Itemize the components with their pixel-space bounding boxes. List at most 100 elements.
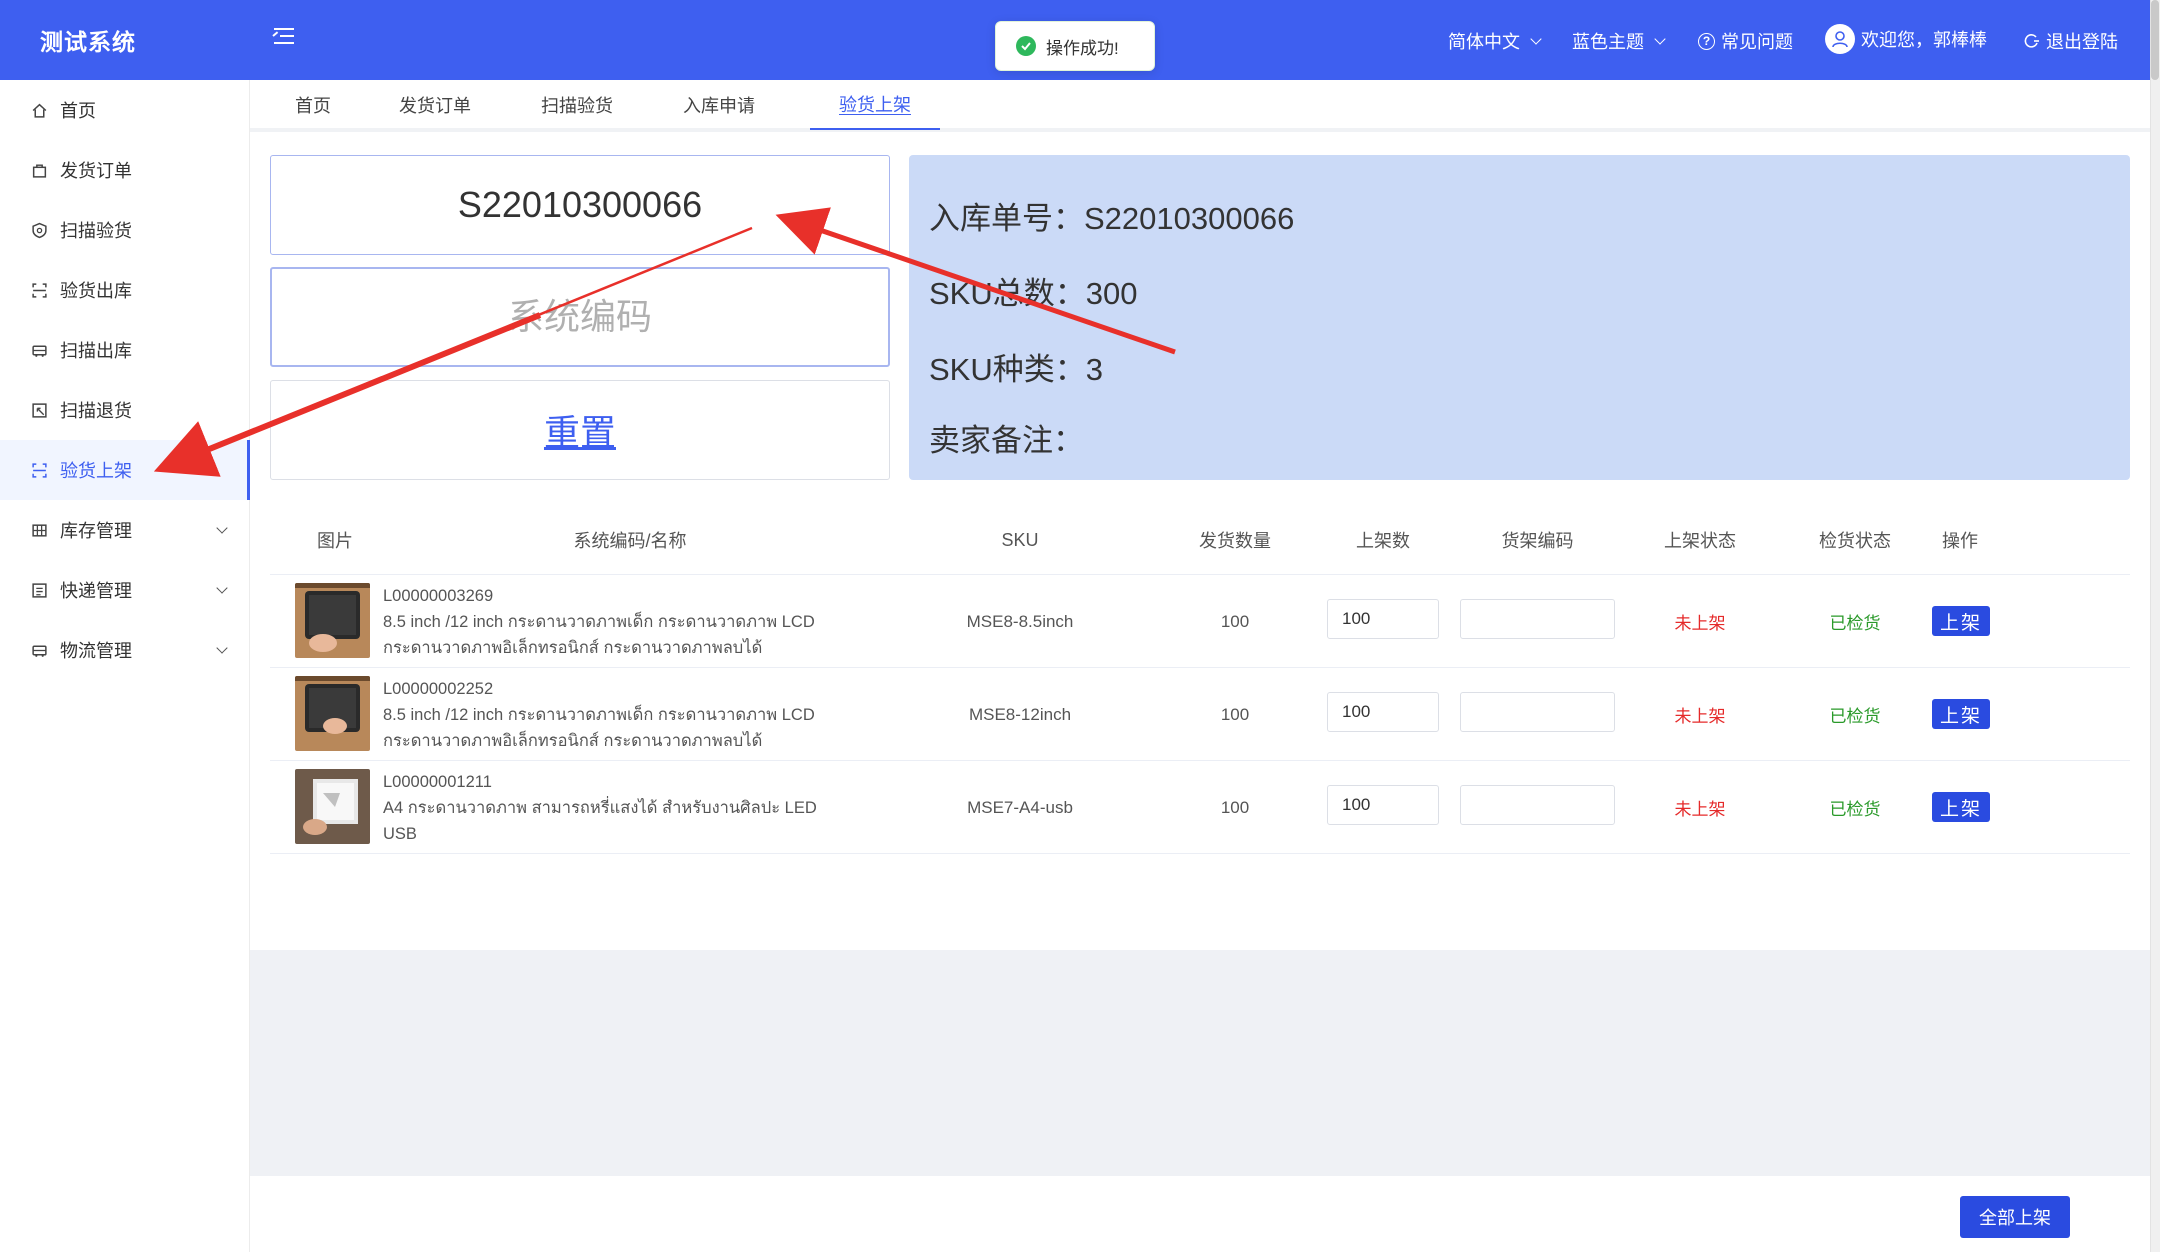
col-code-name: 系统编码/名称 <box>573 531 687 551</box>
chevron-down-icon <box>216 582 228 594</box>
scan-icon <box>30 281 48 299</box>
sidebar-item-logistics[interactable]: 物流管理 <box>0 620 250 680</box>
sidebar-item-label: 快递管理 <box>60 581 132 601</box>
sidebar-item-inventory[interactable]: 库存管理 <box>0 500 250 560</box>
col-action: 操作 <box>1942 531 1978 551</box>
product-code: L00000001211 <box>383 773 492 791</box>
sidebar-item-label: 发货订单 <box>60 161 132 181</box>
user-menu[interactable]: 欢迎您，郭棒棒 <box>1825 24 1987 54</box>
sidebar-item-label: 验货出库 <box>60 281 132 301</box>
tab-bar: 首页 发货订单 扫描验货 入库申请 验货上架 <box>250 80 2150 132</box>
shelf-qty-input[interactable] <box>1327 599 1439 639</box>
sidebar-item-label: 首页 <box>60 101 96 121</box>
scan-icon <box>30 461 48 479</box>
system-code-field[interactable] <box>270 267 890 367</box>
ship-qty-cell: 100 <box>1220 704 1250 724</box>
check-status-badge: 已检货 <box>1829 800 1881 819</box>
truck-icon <box>30 341 48 359</box>
footer-bar <box>250 1176 2150 1252</box>
system-code-input[interactable] <box>272 269 888 365</box>
sidebar-item-label: 验货上架 <box>60 461 132 481</box>
product-name: USB <box>383 825 417 843</box>
reset-button[interactable]: 重置 <box>270 380 890 480</box>
shelf-status-badge: 未上架 <box>1674 800 1726 819</box>
chevron-down-icon <box>216 522 228 534</box>
sidebar-item-inspect-shelve[interactable]: 验货上架 <box>0 440 250 500</box>
sidebar-item-scan-out[interactable]: 扫描出库 <box>0 320 250 380</box>
shelve-button[interactable]: 上架 <box>1932 606 1990 636</box>
grid-icon <box>30 521 48 539</box>
language-select[interactable]: 简体中文 <box>1448 28 1542 54</box>
sidebar-item-express[interactable]: 快递管理 <box>0 560 250 620</box>
toast-message: 操作成功! <box>1046 38 1119 58</box>
shelve-all-button[interactable]: 全部上架 <box>1960 1196 2070 1238</box>
tab-orders[interactable]: 发货订单 <box>380 80 490 130</box>
check-circle-icon <box>1016 36 1036 56</box>
sku-kinds-text: SKU种类：3 <box>929 352 1103 387</box>
sidebar-item-orders[interactable]: 发货订单 <box>0 140 250 200</box>
theme-select[interactable]: 蓝色主题 <box>1572 28 1666 54</box>
tab-inbound-request[interactable]: 入库申请 <box>664 80 774 130</box>
product-name: A4 กระดานวาดภาพ สามารถหรี่แสงได้ สำหรับง… <box>383 799 817 817</box>
shelve-button[interactable]: 上架 <box>1932 792 1990 822</box>
scrollbar-thumb[interactable] <box>2151 0 2159 80</box>
app-title: 测试系统 <box>40 29 136 55</box>
sidebar-item-label: 扫描验货 <box>60 221 132 241</box>
ship-qty-cell: 100 <box>1220 611 1250 631</box>
sidebar-item-label: 物流管理 <box>60 641 132 661</box>
col-shelf-code: 货架编码 <box>1501 531 1574 551</box>
logout-label: 退出登陆 <box>2046 32 2118 52</box>
content-background <box>250 950 2150 1176</box>
sidebar: 首页 发货订单 扫描验货 验货出库 扫描出库 扫描退货 验货上架 库存管理 快递… <box>0 80 250 1252</box>
sidebar-item-scan-inspect[interactable]: 扫描验货 <box>0 200 250 260</box>
product-name-cell: L00000002252 8.5 inch /12 inch กระดานวาด… <box>383 676 823 754</box>
shelf-code-input[interactable] <box>1460 785 1615 825</box>
product-name: 8.5 inch /12 inch กระดานวาดภาพเด็ก กระดา… <box>383 706 815 724</box>
table-header: 图片 系统编码/名称 SKU 发货数量 上架数 货架编码 上架状态 检货状态 操… <box>270 505 2130 575</box>
seller-note-text: 卖家备注： <box>929 423 1084 458</box>
menu-collapse-icon[interactable] <box>270 22 302 54</box>
home-icon <box>30 101 48 119</box>
product-name: กระดานวาดภาพอิเล็กทรอนิกส์ กระดานวาดภาพล… <box>383 732 763 750</box>
sidebar-item-label: 扫描退货 <box>60 401 132 421</box>
check-status-badge: 已检货 <box>1829 707 1881 726</box>
avatar-icon <box>1825 24 1855 54</box>
check-status-badge: 已检货 <box>1829 614 1881 633</box>
shelf-status-badge: 未上架 <box>1674 614 1726 633</box>
language-label: 简体中文 <box>1448 32 1520 52</box>
table-row: L00000001211 A4 กระดานวาดภาพ สามารถหรี่แ… <box>270 761 2130 854</box>
chevron-down-icon <box>216 642 228 654</box>
bag-icon <box>30 161 48 179</box>
shelf-code-input[interactable] <box>1460 599 1615 639</box>
sidebar-item-label: 库存管理 <box>60 521 132 541</box>
tab-inspect-shelve[interactable]: 验货上架 <box>810 80 940 130</box>
product-name: กระดานวาดภาพอิเล็กทรอนิกส์ กระดานวาดภาพล… <box>383 639 763 657</box>
product-code: L00000003269 <box>383 587 494 605</box>
order-number-display[interactable]: S22010300066 <box>270 155 890 255</box>
help-icon: ? <box>1698 32 1715 50</box>
product-name-cell: L00000001211 A4 กระดานวาดภาพ สามารถหรี่แ… <box>383 769 823 847</box>
order-number-text: 入库单号：S22010300066 <box>929 201 1295 236</box>
sidebar-item-inspect-out[interactable]: 验货出库 <box>0 260 250 320</box>
truck-icon <box>30 641 48 659</box>
logout-link[interactable]: 退出登陆 <box>2024 28 2118 54</box>
page-scrollbar[interactable] <box>2150 0 2160 1252</box>
col-sku: SKU <box>1001 529 1039 550</box>
product-image <box>295 769 370 844</box>
product-name-cell: L00000003269 8.5 inch /12 inch กระดานวาด… <box>383 583 823 661</box>
col-ship-qty: 发货数量 <box>1199 531 1271 551</box>
sidebar-item-home[interactable]: 首页 <box>0 80 250 140</box>
col-image: 图片 <box>317 531 353 551</box>
tab-home[interactable]: 首页 <box>270 80 356 130</box>
faq-link[interactable]: ? 常见问题 <box>1698 28 1793 54</box>
shelf-qty-input[interactable] <box>1327 785 1439 825</box>
tab-scan-inspect[interactable]: 扫描验货 <box>522 80 632 130</box>
theme-label: 蓝色主题 <box>1572 32 1644 52</box>
inbound-info-panel: 入库单号：S22010300066 SKU总数：300 SKU种类：3 卖家备注… <box>909 155 2130 480</box>
shelve-button[interactable]: 上架 <box>1932 699 1990 729</box>
sku-total-text: SKU总数：300 <box>929 276 1138 311</box>
shelf-qty-input[interactable] <box>1327 692 1439 732</box>
shelf-code-input[interactable] <box>1460 692 1615 732</box>
sidebar-item-scan-return[interactable]: 扫描退货 <box>0 380 250 440</box>
shield-icon <box>30 221 48 239</box>
